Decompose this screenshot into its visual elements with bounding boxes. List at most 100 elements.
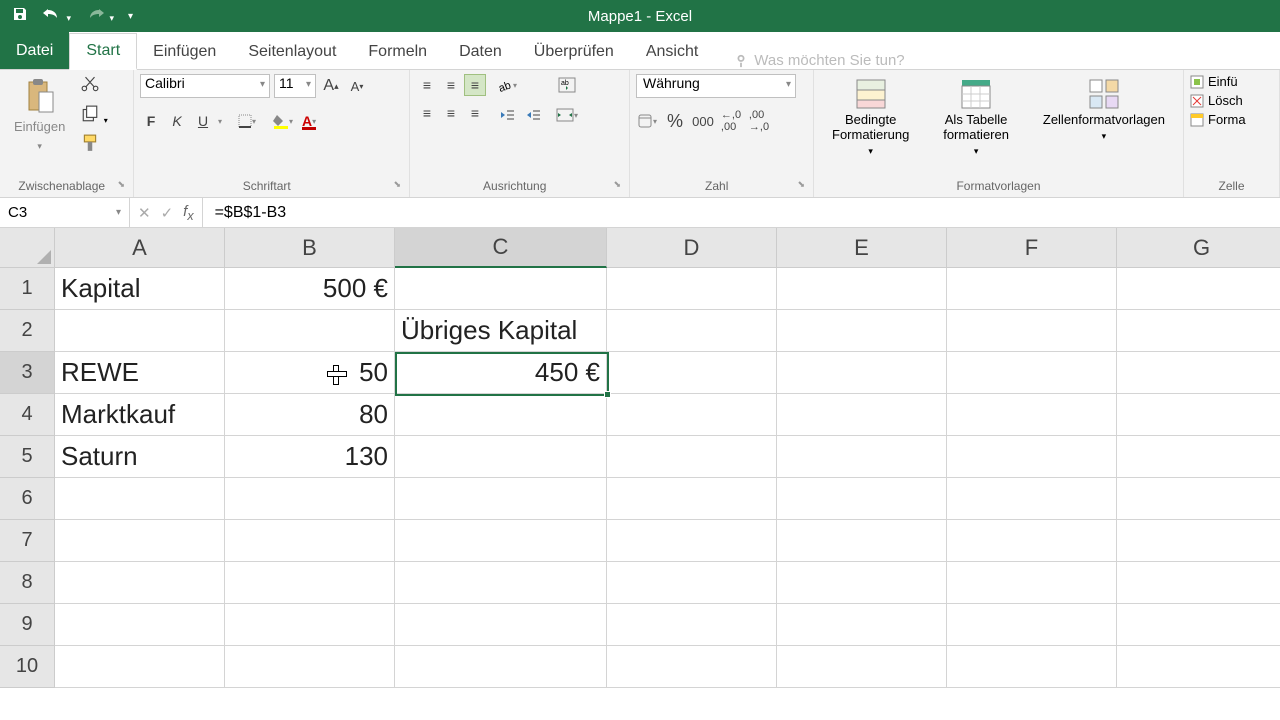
bold-button[interactable]: F bbox=[140, 110, 162, 132]
cell[interactable]: Saturn bbox=[55, 436, 225, 478]
cell[interactable] bbox=[777, 268, 947, 310]
cell[interactable] bbox=[607, 562, 777, 604]
cell[interactable] bbox=[947, 268, 1117, 310]
cell[interactable]: Marktkauf bbox=[55, 394, 225, 436]
decrease-decimal-icon[interactable]: ,00→,0 bbox=[748, 110, 770, 132]
cell[interactable]: 50 bbox=[225, 352, 395, 394]
cell[interactable] bbox=[947, 604, 1117, 646]
increase-decimal-icon[interactable]: ←,0,00 bbox=[720, 110, 742, 132]
grow-font-icon[interactable]: A▴ bbox=[320, 75, 342, 97]
cell[interactable] bbox=[777, 646, 947, 688]
tellme-search[interactable]: Was möchten Sie tun? bbox=[734, 52, 904, 69]
cell[interactable] bbox=[607, 646, 777, 688]
tab-data[interactable]: Daten bbox=[443, 35, 518, 69]
font-size-select[interactable]: 11 bbox=[274, 74, 316, 98]
row-header[interactable]: 7 bbox=[0, 520, 55, 562]
cell[interactable] bbox=[1117, 436, 1280, 478]
clipboard-launcher-icon[interactable]: ⬊ bbox=[117, 179, 125, 190]
align-right-icon[interactable]: ≡ bbox=[464, 102, 486, 124]
number-format-select[interactable]: Währung bbox=[636, 74, 796, 98]
cell[interactable] bbox=[1117, 604, 1280, 646]
row-header[interactable]: 5 bbox=[0, 436, 55, 478]
row-header[interactable]: 8 bbox=[0, 562, 55, 604]
cell[interactable]: 500 € bbox=[225, 268, 395, 310]
fill-color-button[interactable] bbox=[272, 110, 294, 132]
thousands-button[interactable]: 000 bbox=[692, 110, 714, 132]
cell[interactable] bbox=[947, 646, 1117, 688]
tab-pagelayout[interactable]: Seitenlayout bbox=[232, 35, 352, 69]
cell[interactable] bbox=[1117, 520, 1280, 562]
row-header[interactable]: 1 bbox=[0, 268, 55, 310]
cell[interactable] bbox=[1117, 562, 1280, 604]
cell[interactable]: 130 bbox=[225, 436, 395, 478]
cell[interactable] bbox=[55, 646, 225, 688]
cell[interactable] bbox=[777, 436, 947, 478]
cell[interactable] bbox=[1117, 352, 1280, 394]
orientation-button[interactable]: ab bbox=[496, 74, 518, 96]
tab-formulas[interactable]: Formeln bbox=[352, 35, 443, 69]
col-header[interactable]: B bbox=[225, 228, 395, 268]
cell[interactable] bbox=[1117, 646, 1280, 688]
cell[interactable] bbox=[395, 604, 607, 646]
format-as-table-button[interactable]: Als Tabelle formatieren ▾ bbox=[927, 74, 1025, 157]
cell[interactable]: Kapital bbox=[55, 268, 225, 310]
increase-indent-icon[interactable] bbox=[522, 104, 544, 126]
align-center-icon[interactable]: ≡ bbox=[440, 102, 462, 124]
cell[interactable] bbox=[607, 604, 777, 646]
row-header[interactable]: 6 bbox=[0, 478, 55, 520]
col-header[interactable]: A bbox=[55, 228, 225, 268]
cut-icon[interactable] bbox=[81, 76, 107, 99]
border-button[interactable] bbox=[236, 110, 258, 132]
cell[interactable] bbox=[55, 604, 225, 646]
cell[interactable] bbox=[777, 352, 947, 394]
cell[interactable] bbox=[607, 436, 777, 478]
confirm-formula-icon[interactable]: ✓ bbox=[161, 204, 174, 222]
col-header[interactable]: G bbox=[1117, 228, 1280, 268]
col-header[interactable]: F bbox=[947, 228, 1117, 268]
cell[interactable] bbox=[607, 520, 777, 562]
col-header[interactable]: D bbox=[607, 228, 777, 268]
cell[interactable] bbox=[1117, 310, 1280, 352]
cell[interactable] bbox=[225, 478, 395, 520]
cell[interactable] bbox=[1117, 478, 1280, 520]
formula-input[interactable]: =$B$1-B3 bbox=[203, 198, 1280, 227]
copy-icon[interactable]: ▾ bbox=[81, 105, 107, 128]
cell[interactable] bbox=[55, 562, 225, 604]
row-header[interactable]: 3 bbox=[0, 352, 55, 394]
cell[interactable]: 80 bbox=[225, 394, 395, 436]
conditional-formatting-button[interactable]: Bedingte Formatierung ▾ bbox=[820, 74, 921, 157]
cell[interactable] bbox=[777, 562, 947, 604]
row-header[interactable]: 10 bbox=[0, 646, 55, 688]
cell[interactable] bbox=[55, 520, 225, 562]
cell[interactable] bbox=[1117, 394, 1280, 436]
qat-customize-icon[interactable]: ▾ bbox=[128, 11, 133, 22]
save-icon[interactable] bbox=[12, 6, 28, 27]
align-middle-icon[interactable]: ≡ bbox=[440, 74, 462, 96]
number-launcher-icon[interactable]: ⬊ bbox=[797, 179, 805, 190]
font-name-select[interactable]: Calibri bbox=[140, 74, 270, 98]
underline-button[interactable]: U bbox=[192, 110, 214, 132]
cell[interactable] bbox=[777, 478, 947, 520]
insert-cells-button[interactable]: Einfü bbox=[1190, 74, 1246, 89]
cell[interactable]: REWE bbox=[55, 352, 225, 394]
cell[interactable] bbox=[607, 394, 777, 436]
cell[interactable] bbox=[55, 310, 225, 352]
font-launcher-icon[interactable]: ⬊ bbox=[393, 179, 401, 190]
undo-icon[interactable]: ▾ bbox=[42, 7, 71, 26]
cell[interactable] bbox=[395, 520, 607, 562]
decrease-indent-icon[interactable] bbox=[496, 104, 518, 126]
row-header[interactable]: 2 bbox=[0, 310, 55, 352]
paste-button[interactable]: Einfügen▾ bbox=[6, 74, 73, 154]
cell[interactable] bbox=[395, 646, 607, 688]
name-box[interactable]: C3 bbox=[0, 198, 130, 227]
fx-icon[interactable]: fx bbox=[183, 203, 193, 223]
cell[interactable] bbox=[947, 436, 1117, 478]
accounting-format-button[interactable] bbox=[636, 110, 658, 132]
wrap-text-button[interactable]: ab bbox=[556, 74, 578, 96]
cell[interactable] bbox=[777, 520, 947, 562]
cell-styles-button[interactable]: Zellenformatvorlagen ▾ bbox=[1031, 74, 1177, 142]
cell[interactable] bbox=[607, 268, 777, 310]
tab-insert[interactable]: Einfügen bbox=[137, 35, 232, 69]
cell[interactable] bbox=[225, 646, 395, 688]
cell[interactable] bbox=[947, 310, 1117, 352]
